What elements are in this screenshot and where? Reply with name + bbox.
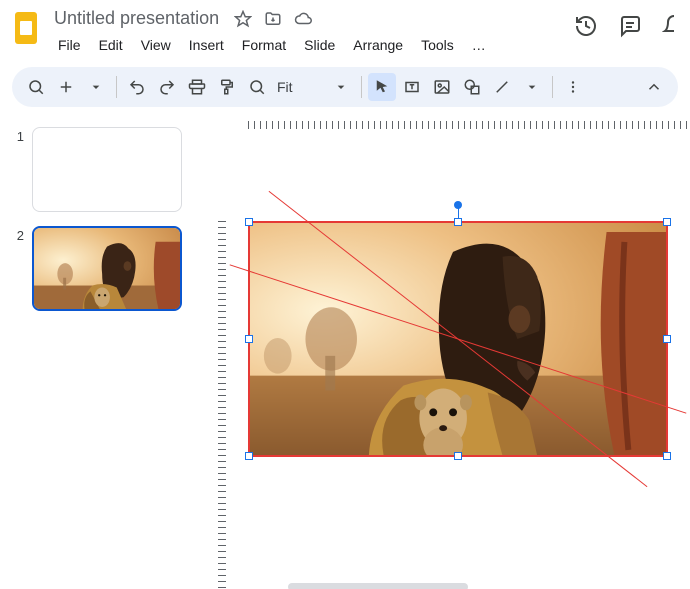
menu-insert[interactable]: Insert [181,33,232,57]
search-menus-button[interactable] [22,73,50,101]
toolbar: Fit [12,67,678,107]
thumbnail-number: 2 [10,226,24,243]
menu-arrange[interactable]: Arrange [345,33,411,57]
vertical-ruler[interactable] [210,131,228,589]
thumbnail-slide-1[interactable] [32,127,182,212]
document-title[interactable]: Untitled presentation [50,6,223,31]
menu-format[interactable]: Format [234,33,294,57]
selected-image-object[interactable] [248,221,668,457]
star-icon[interactable] [233,9,253,29]
thumbnail-number: 1 [10,127,24,144]
rotate-handle[interactable] [454,201,462,209]
collapse-toolbar-button[interactable] [640,73,668,101]
resize-handle-bl[interactable] [245,452,253,460]
resize-handle-ml[interactable] [245,335,253,343]
menu-file[interactable]: File [50,33,89,57]
separator [116,76,117,98]
move-to-folder-icon[interactable] [263,9,283,29]
zoom-icon [243,73,271,101]
new-slide-dropdown[interactable] [82,73,110,101]
menu-more[interactable]: … [464,33,494,57]
thumbnail-panel: 1 2 [0,113,210,589]
thumbnail-blank [33,128,181,211]
ruler-corner [210,113,228,131]
header-right [574,6,678,38]
resize-handle-br[interactable] [663,452,671,460]
resize-handle-bm[interactable] [454,452,462,460]
thumbnail-row: 2 [10,226,200,311]
app-header: Untitled presentation File Edit View Ins… [0,0,690,57]
slide-canvas-area [210,113,690,589]
history-icon[interactable] [574,14,598,38]
menu-tools[interactable]: Tools [413,33,462,57]
horizontal-ruler[interactable] [228,113,690,131]
select-tool[interactable] [368,73,396,101]
separator [361,76,362,98]
main-area: 1 2 [0,113,690,589]
title-area: Untitled presentation File Edit View Ins… [50,6,574,57]
horizontal-scrollbar[interactable] [228,582,690,589]
shape-tool[interactable] [458,73,486,101]
separator [552,76,553,98]
more-tools-button[interactable] [559,73,587,101]
thumbnail-image-preview [34,228,180,309]
print-button[interactable] [183,73,211,101]
paint-format-button[interactable] [213,73,241,101]
resize-handle-tr[interactable] [663,218,671,226]
line-tool-dropdown[interactable] [518,73,546,101]
notifications-icon[interactable] [662,14,674,38]
zoom-label: Fit [275,79,295,95]
cloud-save-icon[interactable] [293,9,313,29]
resize-handle-tm[interactable] [454,218,462,226]
thumbnail-slide-2[interactable] [32,226,182,311]
menu-view[interactable]: View [133,33,179,57]
textbox-tool[interactable] [398,73,426,101]
undo-button[interactable] [123,73,151,101]
slides-logo[interactable] [12,10,40,46]
resize-handle-tl[interactable] [245,218,253,226]
toolbar-container: Fit [0,61,690,113]
redo-button[interactable] [153,73,181,101]
thumbnail-row: 1 [10,127,200,212]
zoom-control[interactable]: Fit [243,73,355,101]
menu-bar: File Edit View Insert Format Slide Arran… [50,33,574,57]
resize-handle-mr[interactable] [663,335,671,343]
scrollbar-thumb[interactable] [288,583,468,589]
menu-edit[interactable]: Edit [91,33,131,57]
slide-viewport[interactable] [228,131,690,589]
comment-icon[interactable] [618,14,642,38]
image-tool[interactable] [428,73,456,101]
line-tool[interactable] [488,73,516,101]
menu-slide[interactable]: Slide [296,33,343,57]
zoom-dropdown[interactable] [327,73,355,101]
new-slide-button[interactable] [52,73,80,101]
